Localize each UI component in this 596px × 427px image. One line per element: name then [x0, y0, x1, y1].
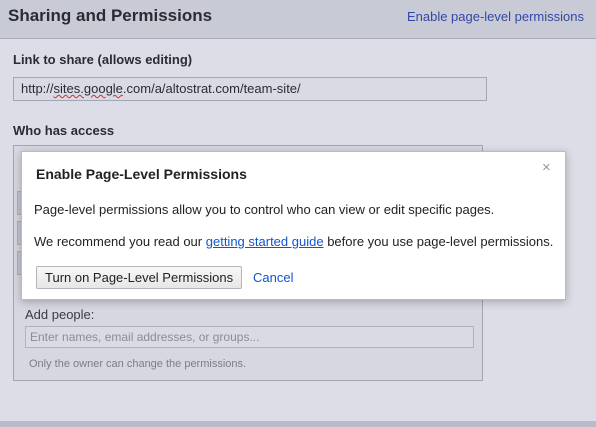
- add-people-label: Add people:: [25, 307, 95, 322]
- dialog-recommendation: We recommend you read our getting starte…: [34, 234, 553, 249]
- turn-on-permissions-button[interactable]: Turn on Page-Level Permissions: [36, 266, 243, 289]
- share-link-prefix: http://: [21, 81, 54, 96]
- share-link-rest: .com/a/altostrat.com/team-site/: [122, 81, 301, 96]
- link-to-share-label: Link to share (allows editing): [13, 52, 193, 67]
- share-link-field[interactable]: http://sites.google.com/a/altostrat.com/…: [13, 77, 487, 101]
- recommendation-before: We recommend you read our: [34, 234, 203, 249]
- close-icon[interactable]: ×: [542, 160, 551, 175]
- share-link-misspelled: sites.google: [53, 81, 123, 96]
- dialog-title: Enable Page-Level Permissions: [36, 166, 247, 182]
- getting-started-guide-link[interactable]: getting started guide: [206, 234, 324, 249]
- enable-page-level-link[interactable]: Enable page-level permissions: [407, 9, 584, 24]
- dialog-description: Page-level permissions allow you to cont…: [34, 202, 495, 217]
- add-people-input[interactable]: [25, 326, 474, 348]
- owner-note: Only the owner can change the permission…: [29, 358, 247, 370]
- panel-bottom-bar: [0, 421, 596, 427]
- enable-permissions-dialog: Enable Page-Level Permissions × Page-lev…: [21, 151, 566, 300]
- who-has-access-label: Who has access: [13, 123, 115, 138]
- panel-title: Sharing and Permissions: [8, 6, 213, 25]
- panel-header: Sharing and Permissions Enable page-leve…: [0, 0, 596, 39]
- cancel-button[interactable]: Cancel: [253, 270, 293, 285]
- recommendation-after: before you use page-level permissions.: [327, 234, 554, 249]
